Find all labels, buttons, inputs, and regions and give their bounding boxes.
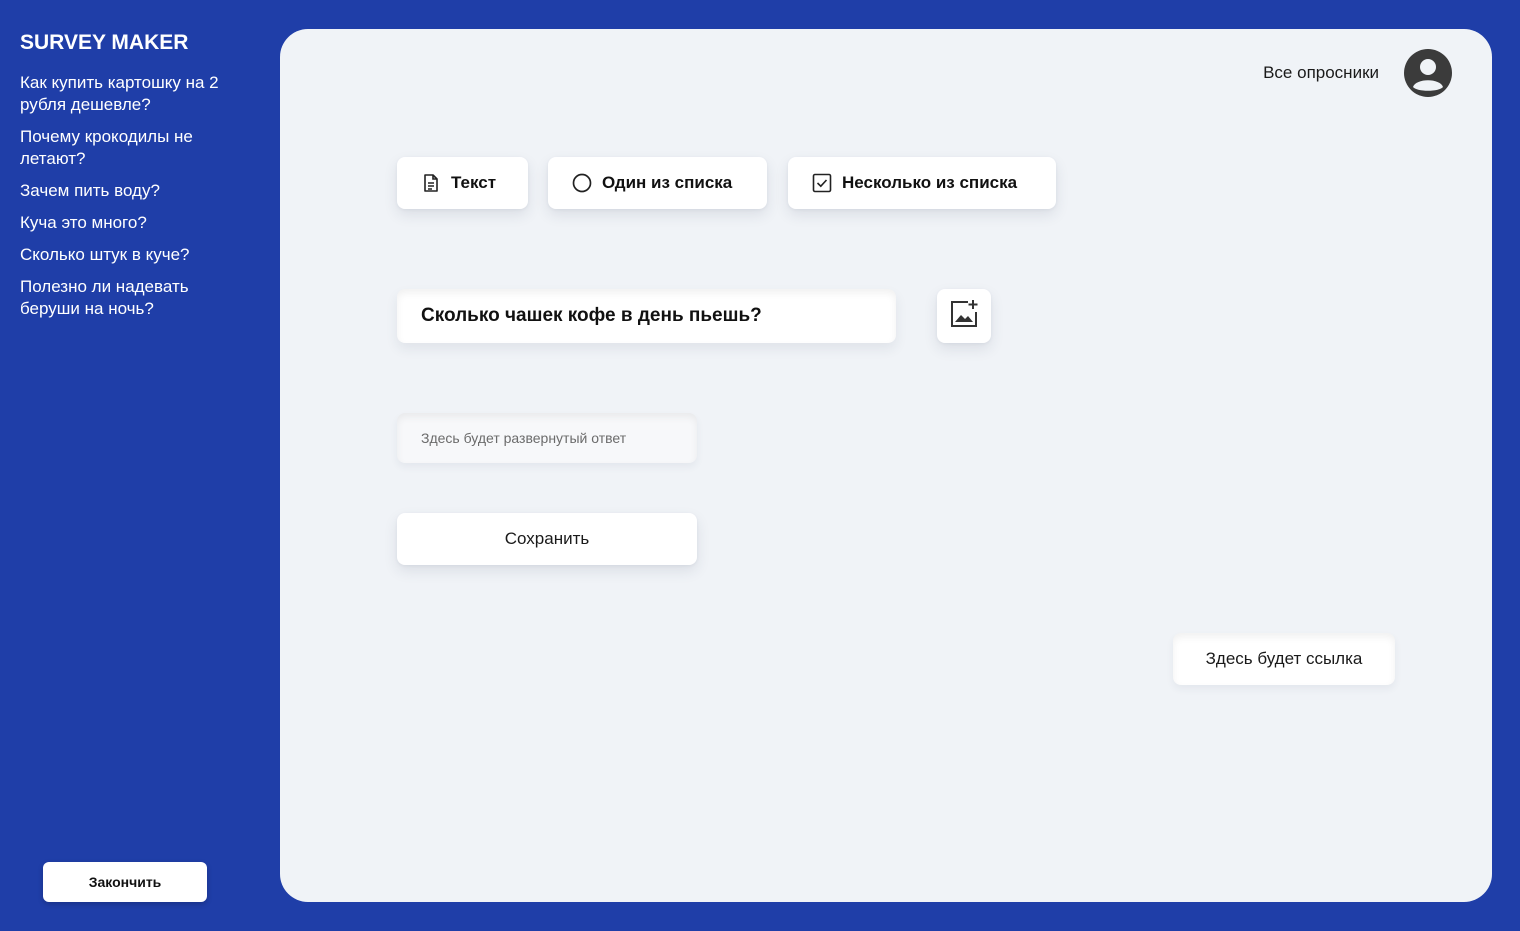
link-field[interactable]: Здесь будет ссылка <box>1173 633 1395 685</box>
finish-button[interactable]: Закончить <box>43 862 207 902</box>
survey-list-item[interactable]: Полезно ли надевать беруши на ночь? <box>20 276 250 320</box>
main-panel: Все опросники Текст Один из списка Неско… <box>280 29 1492 902</box>
all-surveys-link[interactable]: Все опросники <box>1263 63 1379 83</box>
answer-field[interactable]: Здесь будет развернутый ответ <box>397 413 697 463</box>
checkbox-icon <box>812 173 832 193</box>
type-text-label: Текст <box>451 173 497 192</box>
type-single-choice-label: Один из списка <box>602 173 733 192</box>
survey-list: Как купить картошку на 2 рубля дешевле? … <box>20 72 250 330</box>
question-input[interactable]: Сколько чашек кофе в день пьешь? <box>397 289 896 343</box>
survey-list-item[interactable]: Почему крокодилы не летают? <box>20 126 250 170</box>
type-single-choice-button[interactable]: Один из списка <box>548 157 767 209</box>
survey-list-item[interactable]: Зачем пить воду? <box>20 180 250 202</box>
app-window: SURVEY MAKER Как купить картошку на 2 ру… <box>0 0 1520 931</box>
type-text-button[interactable]: Текст <box>397 157 528 209</box>
user-circle-icon[interactable] <box>1404 49 1452 97</box>
type-multi-choice-button[interactable]: Несколько из списка <box>788 157 1056 209</box>
type-multi-choice-label: Несколько из списка <box>842 173 1018 192</box>
document-icon <box>421 173 441 193</box>
sidebar: SURVEY MAKER Как купить картошку на 2 ру… <box>0 0 280 931</box>
add-image-button[interactable] <box>937 289 991 343</box>
survey-list-item[interactable]: Как купить картошку на 2 рубля дешевле? <box>20 72 250 116</box>
survey-list-item[interactable]: Куча это много? <box>20 212 250 234</box>
survey-list-item[interactable]: Сколько штук в куче? <box>20 244 250 266</box>
app-title: SURVEY MAKER <box>20 31 189 54</box>
radio-icon <box>572 173 592 193</box>
save-button[interactable]: Сохранить <box>397 513 697 565</box>
add-image-icon <box>948 298 980 335</box>
